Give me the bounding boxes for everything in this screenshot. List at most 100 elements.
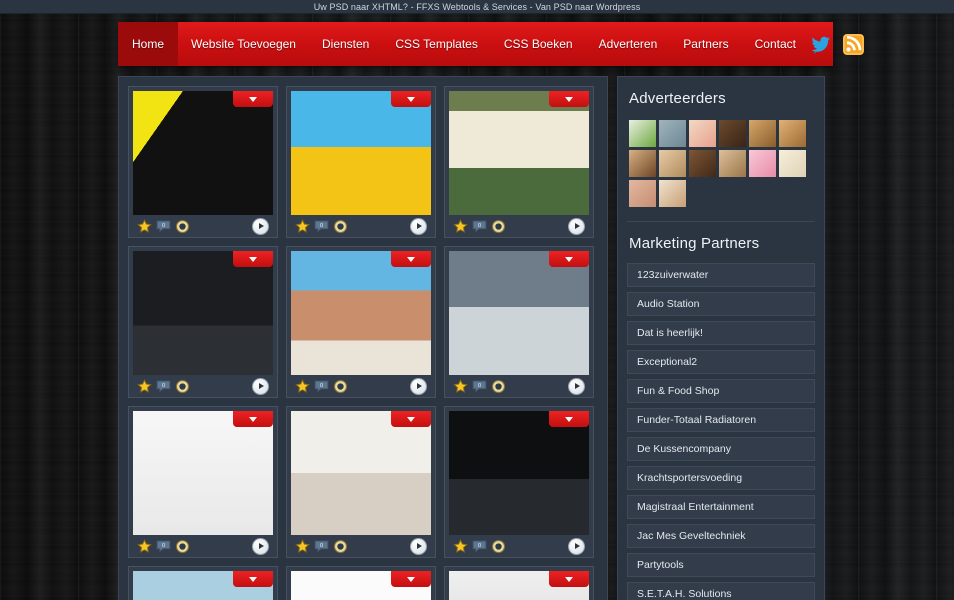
ad-thumb-pastry[interactable] xyxy=(659,150,686,177)
partner-item[interactable]: Fun & Food Shop xyxy=(627,379,815,403)
card-preview-image[interactable] xyxy=(449,571,589,600)
ad-thumb-dice[interactable] xyxy=(629,120,656,147)
partner-item[interactable]: Magistraal Entertainment xyxy=(627,495,815,519)
chevron-down-icon[interactable] xyxy=(391,571,431,587)
partner-item[interactable]: Audio Station xyxy=(627,292,815,316)
comment-bubble-icon[interactable]: 0 xyxy=(472,219,487,234)
play-button-icon[interactable] xyxy=(252,217,269,235)
comment-bubble-icon[interactable]: 0 xyxy=(156,379,171,394)
comment-bubble-icon[interactable]: 0 xyxy=(314,539,329,554)
star-icon[interactable] xyxy=(453,218,468,234)
clock-badge-icon[interactable] xyxy=(175,219,190,234)
nav-item-css-templates[interactable]: CSS Templates xyxy=(382,22,490,66)
ad-thumb-cake[interactable] xyxy=(629,150,656,177)
comment-bubble-icon[interactable]: 0 xyxy=(314,379,329,394)
comment-bubble-icon[interactable]: 0 xyxy=(314,219,329,234)
thumbnail-card[interactable]: 0 xyxy=(286,406,436,558)
clock-badge-icon[interactable] xyxy=(491,379,506,394)
ad-thumb-xf2[interactable] xyxy=(659,120,686,147)
chevron-down-icon[interactable] xyxy=(233,411,273,427)
star-icon[interactable] xyxy=(453,538,468,554)
clock-badge-icon[interactable] xyxy=(333,219,348,234)
chevron-down-icon[interactable] xyxy=(549,411,589,427)
star-icon[interactable] xyxy=(137,538,152,554)
clock-badge-icon[interactable] xyxy=(333,379,348,394)
rss-icon[interactable] xyxy=(841,32,866,57)
play-button-icon[interactable] xyxy=(252,537,269,555)
nav-item-adverteren[interactable]: Adverteren xyxy=(586,22,671,66)
thumbnail-card[interactable]: 0 xyxy=(444,86,594,238)
chevron-down-icon[interactable] xyxy=(233,251,273,267)
card-preview-image[interactable] xyxy=(291,411,431,535)
twitter-icon[interactable] xyxy=(809,32,834,57)
star-icon[interactable] xyxy=(295,538,310,554)
ad-thumb-pink[interactable] xyxy=(749,150,776,177)
star-icon[interactable] xyxy=(295,378,310,394)
thumbnail-card[interactable]: 0 xyxy=(286,86,436,238)
ad-thumb-bread[interactable] xyxy=(749,120,776,147)
nav-item-css-boeken[interactable]: CSS Boeken xyxy=(491,22,586,66)
star-icon[interactable] xyxy=(295,218,310,234)
chevron-down-icon[interactable] xyxy=(391,91,431,107)
comment-bubble-icon[interactable]: 0 xyxy=(472,539,487,554)
comment-bubble-icon[interactable]: 0 xyxy=(472,379,487,394)
ad-thumb-pasta[interactable] xyxy=(779,120,806,147)
card-preview-image[interactable] xyxy=(449,251,589,375)
partner-item[interactable]: Funder-Totaal Radiatoren xyxy=(627,408,815,432)
partner-item[interactable]: Jac Mes Geveltechniek xyxy=(627,524,815,548)
card-preview-image[interactable] xyxy=(291,251,431,375)
thumbnail-card[interactable]: 0 xyxy=(444,406,594,558)
comment-bubble-icon[interactable]: 0 xyxy=(156,219,171,234)
card-preview-image[interactable] xyxy=(133,251,273,375)
play-button-icon[interactable] xyxy=(410,377,427,395)
thumbnail-card[interactable]: 0 xyxy=(444,246,594,398)
chevron-down-icon[interactable] xyxy=(549,571,589,587)
clock-badge-icon[interactable] xyxy=(175,379,190,394)
chevron-down-icon[interactable] xyxy=(549,251,589,267)
chevron-down-icon[interactable] xyxy=(549,91,589,107)
play-button-icon[interactable] xyxy=(252,377,269,395)
partner-item[interactable]: S.E.T.A.H. Solutions xyxy=(627,582,815,600)
star-icon[interactable] xyxy=(453,378,468,394)
clock-badge-icon[interactable] xyxy=(175,539,190,554)
play-button-icon[interactable] xyxy=(410,217,427,235)
partner-item[interactable]: Dat is heerlijk! xyxy=(627,321,815,345)
ad-thumb-crumble[interactable] xyxy=(719,150,746,177)
play-button-icon[interactable] xyxy=(410,537,427,555)
thumbnail-card[interactable]: 0 xyxy=(128,86,278,238)
nav-item-partners[interactable]: Partners xyxy=(670,22,741,66)
ad-thumb-latte[interactable] xyxy=(659,180,686,207)
star-icon[interactable] xyxy=(137,378,152,394)
partner-item[interactable]: Partytools xyxy=(627,553,815,577)
nav-item-website-toevoegen[interactable]: Website Toevoegen xyxy=(178,22,309,66)
chevron-down-icon[interactable] xyxy=(391,411,431,427)
thumbnail-card[interactable]: 0 xyxy=(128,406,278,558)
partner-item[interactable]: Krachtsportersvoeding xyxy=(627,466,815,490)
card-preview-image[interactable] xyxy=(133,571,273,600)
thumbnail-card[interactable]: 0 xyxy=(286,566,436,600)
partner-item[interactable]: 123zuiverwater xyxy=(627,263,815,287)
card-preview-image[interactable] xyxy=(449,411,589,535)
chevron-down-icon[interactable] xyxy=(233,571,273,587)
nav-item-diensten[interactable]: Diensten xyxy=(309,22,382,66)
ad-thumb-cream[interactable] xyxy=(779,150,806,177)
thumbnail-card[interactable]: 0 xyxy=(286,246,436,398)
clock-badge-icon[interactable] xyxy=(333,539,348,554)
card-preview-image[interactable] xyxy=(291,571,431,600)
thumbnail-card[interactable]: 0 xyxy=(128,246,278,398)
nav-item-home[interactable]: Home xyxy=(118,22,179,66)
play-button-icon[interactable] xyxy=(568,377,585,395)
partner-item[interactable]: De Kussencompany xyxy=(627,437,815,461)
play-button-icon[interactable] xyxy=(568,217,585,235)
nav-item-contact[interactable]: Contact xyxy=(742,22,809,66)
ad-thumb-cookie[interactable] xyxy=(689,150,716,177)
card-preview-image[interactable] xyxy=(449,91,589,215)
clock-badge-icon[interactable] xyxy=(491,539,506,554)
card-preview-image[interactable] xyxy=(291,91,431,215)
partner-item[interactable]: Exceptional2 xyxy=(627,350,815,374)
play-button-icon[interactable] xyxy=(568,537,585,555)
thumbnail-card[interactable]: 0 xyxy=(128,566,278,600)
star-icon[interactable] xyxy=(137,218,152,234)
card-preview-image[interactable] xyxy=(133,411,273,535)
chevron-down-icon[interactable] xyxy=(233,91,273,107)
